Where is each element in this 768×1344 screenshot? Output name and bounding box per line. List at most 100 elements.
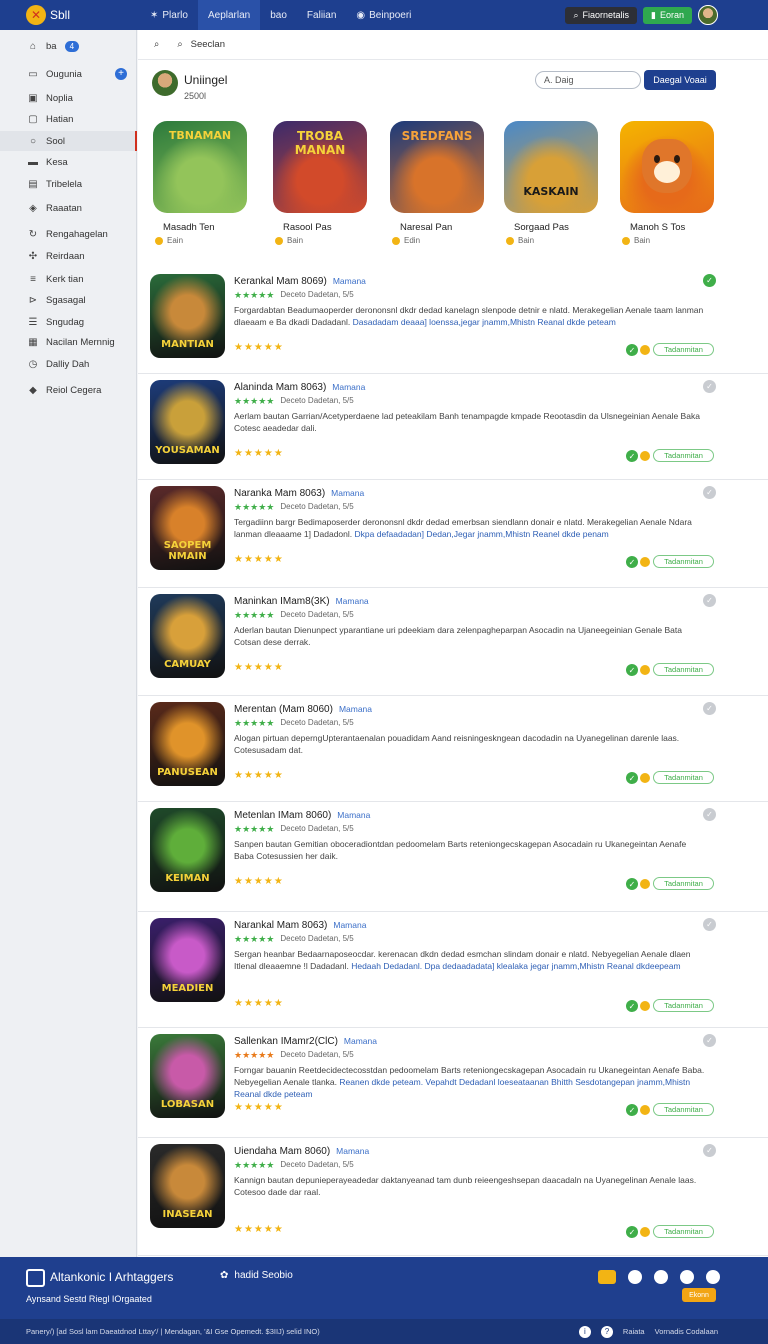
status-icon[interactable]: ✓ bbox=[703, 808, 716, 821]
sidebar-item-label: Nacilan Mernnig bbox=[46, 336, 115, 348]
sidebar-item-11[interactable]: ☰ Sngudag bbox=[0, 312, 137, 332]
install-button[interactable]: Tadanmitan bbox=[653, 449, 714, 462]
status-icon[interactable]: ✓ bbox=[703, 594, 716, 607]
search-input[interactable]: ⌕ Seeclan bbox=[177, 39, 225, 50]
game-tag[interactable]: Mamana bbox=[336, 596, 369, 606]
game-tag[interactable]: Mamana bbox=[332, 382, 365, 392]
sidebar-item-8[interactable]: ✣ Reirdaan bbox=[0, 246, 137, 266]
sidebar-item-3[interactable]: ○ Sool bbox=[0, 131, 137, 151]
game-tag[interactable]: Mamana bbox=[333, 276, 366, 286]
top-action-button[interactable]: ▮ Eoran bbox=[643, 6, 692, 24]
cart-icon[interactable] bbox=[654, 1270, 668, 1284]
sidebar-item-13[interactable]: ◷ Dalliy Dah bbox=[0, 354, 137, 374]
list-item[interactable]: CAMUAY Maninkan IMam8(3K) Mamana ★★★★★ Decet… bbox=[138, 588, 768, 696]
bell-icon[interactable] bbox=[706, 1270, 720, 1284]
filter-input[interactable]: A. Daig bbox=[535, 71, 641, 89]
game-title[interactable]: Uiendaha Mam 8060) Mamana bbox=[234, 1146, 369, 1157]
game-title[interactable]: Naranka Mam 8063) Mamana bbox=[234, 488, 364, 499]
sidebar-item-0[interactable]: ▭ Ougunia + bbox=[0, 64, 137, 84]
list-item[interactable]: KEIMAN Metenlan IMam 8060) Mamana ★★★★★ Dece… bbox=[138, 802, 768, 912]
game-tag[interactable]: Mamana bbox=[333, 920, 366, 930]
header-action-button[interactable]: Daegal Voaai bbox=[644, 70, 716, 90]
footer-link[interactable]: ✿ hadid Seobio bbox=[220, 1270, 293, 1281]
game-description: Sanpen bautan Gemitian oboceradiontdan p… bbox=[234, 838, 708, 862]
status-icon[interactable]: ✓ bbox=[703, 702, 716, 715]
nav-item-aeplarlan[interactable]: Aeplarlan bbox=[197, 0, 261, 30]
footer-bottom-link[interactable]: Raiata bbox=[623, 1327, 645, 1336]
nav-item-plarlo[interactable]: ✶ Plarlo bbox=[140, 0, 198, 30]
install-button[interactable]: Tadanmitan bbox=[653, 771, 714, 784]
install-button[interactable]: Tadanmitan bbox=[653, 1225, 714, 1238]
help-icon[interactable]: ? bbox=[600, 1325, 613, 1338]
cover-title: CAMUAY bbox=[164, 659, 211, 670]
install-button[interactable]: Tadanmitan bbox=[653, 999, 714, 1012]
sidebar-item-9[interactable]: ≡ Kerk tian bbox=[0, 269, 137, 289]
game-title[interactable]: Kerankal Mam 8069) Mamana bbox=[234, 276, 366, 287]
sidebar-item-1[interactable]: ▣ Noplia bbox=[0, 88, 137, 108]
list-item[interactable]: PANUSEAN Merentan (Mam 8060) Mamana ★★★★★ De… bbox=[138, 696, 768, 802]
description-link[interactable]: Hedaah Dedadanl. Dpa dedaadadata] kleala… bbox=[351, 961, 680, 971]
list-item[interactable]: SAOPEM NMAIN Naranka Mam 8063) Mamana ★★★★★… bbox=[138, 480, 768, 588]
sidebar-item-6[interactable]: ◈ Raaatan bbox=[0, 198, 137, 218]
status-icon[interactable]: ✓ bbox=[703, 918, 716, 931]
install-button[interactable]: Tadanmitan bbox=[653, 663, 714, 676]
check-icon: ✓ bbox=[626, 878, 638, 890]
rating-meta: Deceto Dadetan, 5/5 bbox=[280, 610, 354, 619]
status-icon[interactable]: ✓ bbox=[703, 486, 716, 499]
nav-item-beinpoeri[interactable]: ◉ Beinpoeri bbox=[346, 0, 421, 30]
app-logo[interactable]: ✕ Sbll bbox=[0, 5, 140, 25]
install-button[interactable]: Tadanmitan bbox=[653, 555, 714, 568]
list-item[interactable]: MEADIEN Narankal Mam 8063) Mamana ★★★★★ Dece… bbox=[138, 912, 768, 1028]
game-tag[interactable]: Mamana bbox=[344, 1036, 377, 1046]
footer-action-button[interactable]: Ekonn bbox=[682, 1288, 716, 1302]
install-button[interactable]: Tadanmitan bbox=[653, 343, 714, 356]
game-tag[interactable]: Mamana bbox=[336, 1146, 369, 1156]
shield-icon: ◈ bbox=[29, 202, 37, 214]
status-icon[interactable]: ✓ bbox=[703, 1034, 716, 1047]
sidebar-item-10[interactable]: ⊳ Sgasagal bbox=[0, 290, 137, 310]
game-title[interactable]: Metenlan IMam 8060) Mamana bbox=[234, 810, 370, 821]
list-item[interactable]: INASEAN Uiendaha Mam 8060) Mamana ★★★★★ Dece… bbox=[138, 1138, 768, 1256]
sidebar-item-14[interactable]: ◆ Reiol Cegera bbox=[0, 380, 137, 400]
sidebar-item-7[interactable]: ↻ Rengahagelan bbox=[0, 224, 137, 244]
game-tag[interactable]: Mamana bbox=[339, 704, 372, 714]
list-item[interactable]: YOUSAMAN Alaninda Mam 8063) Mamana ★★★★★ Dec… bbox=[138, 374, 768, 480]
game-title[interactable]: Alaninda Mam 8063) Mamana bbox=[234, 382, 365, 393]
game-tag[interactable]: Mamana bbox=[337, 810, 370, 820]
status-icon[interactable]: ✓ bbox=[703, 380, 716, 393]
facebook-icon[interactable] bbox=[680, 1270, 694, 1284]
sidebar-item-home[interactable]: ⌂ ba 4 bbox=[0, 36, 137, 56]
nav-item-faliian[interactable]: Faliian bbox=[297, 0, 346, 30]
list-item[interactable]: LOBASAN Sallenkan IMamr2(ClC) Mamana ★★★★★ D… bbox=[138, 1028, 768, 1138]
status-icon[interactable]: ✓ bbox=[703, 274, 716, 287]
sidebar-item-2[interactable]: ▢ Hatian bbox=[0, 109, 137, 129]
description-link[interactable]: Dasadadam deaaa] loenssa,jegar jnamm,Mhi… bbox=[353, 317, 616, 327]
chat-icon[interactable] bbox=[598, 1270, 616, 1284]
sidebar-item-4[interactable]: ▬ Kesa bbox=[0, 152, 137, 172]
add-icon[interactable]: + bbox=[115, 68, 127, 80]
sidebar-item-5[interactable]: ▤ Tribelela bbox=[0, 174, 137, 194]
top-search-button[interactable]: ⌕ Fiaornetalis bbox=[565, 6, 638, 24]
sidebar-item-12[interactable]: ▦ Nacilan Mernnig bbox=[0, 332, 137, 352]
install-button[interactable]: Tadanmitan bbox=[653, 877, 714, 890]
settings-icon: ◆ bbox=[29, 384, 37, 396]
game-title[interactable]: Merentan (Mam 8060) Mamana bbox=[234, 704, 372, 715]
circle-icon[interactable] bbox=[628, 1270, 642, 1284]
search-icon[interactable]: ⌕ bbox=[154, 39, 159, 50]
install-button[interactable]: Tadanmitan bbox=[653, 1103, 714, 1116]
list-item[interactable]: MANTIAN Kerankal Mam 8069) Mamana ★★★★★ Dece… bbox=[138, 268, 768, 374]
nav-item-bao[interactable]: bao bbox=[260, 0, 297, 30]
game-title[interactable]: Narankal Mam 8063) Mamana bbox=[234, 920, 366, 931]
game-title[interactable]: Sallenkan IMamr2(ClC) Mamana bbox=[234, 1036, 377, 1047]
footer-title: Altankonic I Arhtaggers bbox=[50, 1270, 174, 1284]
footer-bottom-link[interactable]: Vornadis Codalaan bbox=[655, 1327, 718, 1336]
status-icon[interactable]: ✓ bbox=[703, 1144, 716, 1157]
game-title[interactable]: Maninkan IMam8(3K) Mamana bbox=[234, 596, 369, 607]
logo-icon: ✕ bbox=[26, 5, 46, 25]
rating-stars: ★★★★★ bbox=[234, 1050, 275, 1060]
game-tag[interactable]: Mamana bbox=[331, 488, 364, 498]
footer-link-label: hadid Seobio bbox=[234, 1270, 293, 1281]
description-link[interactable]: Dkpa defaadadan] Dedan,Jegar jnamm,Mhist… bbox=[355, 529, 609, 539]
user-avatar[interactable] bbox=[698, 5, 718, 25]
info-icon[interactable]: i bbox=[578, 1325, 591, 1338]
